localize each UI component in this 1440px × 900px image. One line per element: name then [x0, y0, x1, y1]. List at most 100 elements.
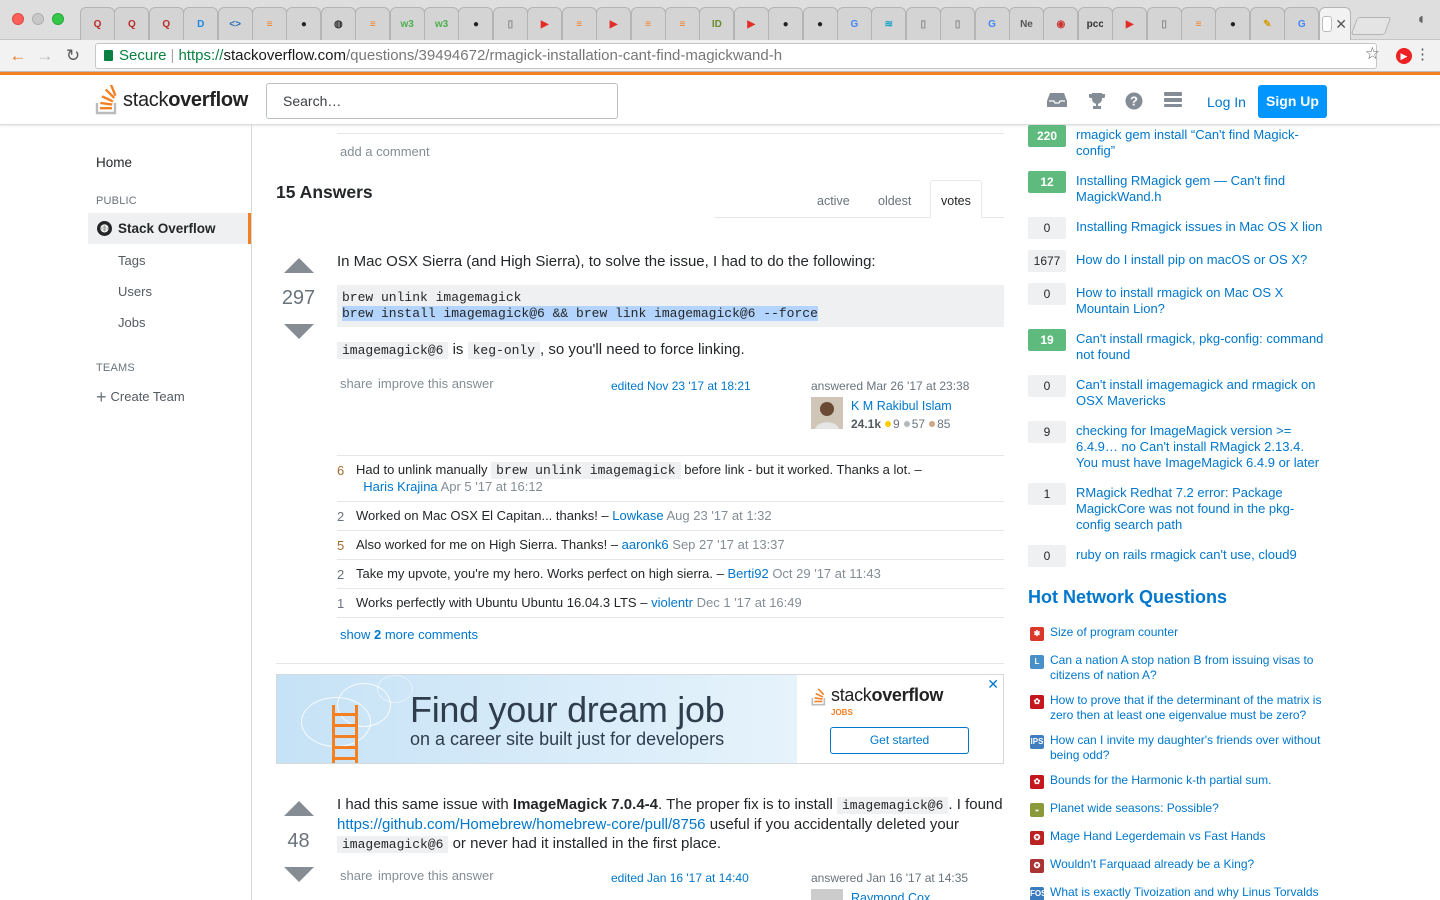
signup-button[interactable]: Sign Up	[1258, 85, 1327, 118]
browser-tab[interactable]: Q	[114, 7, 150, 40]
browser-tab[interactable]: w3	[389, 7, 425, 40]
related-question-link[interactable]: Installing RMagick gem — Can't find Magi…	[1076, 173, 1328, 205]
github-pr-link[interactable]: https://github.com/Homebrew/homebrew-cor…	[337, 816, 706, 833]
avatar[interactable]	[811, 397, 843, 429]
nav-stackoverflow[interactable]: ◍ Stack Overflow	[88, 213, 251, 244]
tab-votes[interactable]: votes	[930, 180, 982, 218]
hnq-link[interactable]: Can a nation A stop nation B from issuin…	[1050, 653, 1328, 683]
browser-tab-active[interactable]: ✕	[1318, 7, 1351, 40]
browser-tab[interactable]: ◉	[1043, 7, 1079, 40]
browser-tab[interactable]: ≡	[252, 7, 288, 40]
hnq-link[interactable]: Wouldn't Farquaad already be a King?	[1050, 857, 1328, 872]
browser-tab[interactable]: ▶	[527, 7, 563, 40]
tab-oldest[interactable]: oldest	[878, 194, 911, 208]
browser-tab[interactable]: G	[836, 7, 872, 40]
browser-tab[interactable]: ✎	[1249, 7, 1285, 40]
comment-user-link[interactable]: Berti92	[727, 566, 768, 581]
browser-tab[interactable]: ▯	[492, 7, 528, 40]
related-question-link[interactable]: rmagick gem install “Can't find Magick-c…	[1076, 127, 1328, 159]
inbox-icon[interactable]	[1047, 92, 1067, 112]
related-question-link[interactable]: RMagick Redhat 7.2 error: Package Magick…	[1076, 485, 1328, 533]
related-question-link[interactable]: Can't install rmagick, pkg-config: comma…	[1076, 331, 1328, 363]
browser-tab[interactable]: ID	[699, 7, 735, 40]
browser-tab[interactable]: Q	[148, 7, 184, 40]
downvote-arrow-icon[interactable]	[283, 867, 314, 882]
related-question-link[interactable]: Can't install imagemagick and rmagick on…	[1076, 377, 1328, 409]
browser-tab[interactable]: w3	[424, 7, 460, 40]
browser-tab[interactable]: ▶	[596, 7, 632, 40]
add-comment-link[interactable]: add a comment	[340, 144, 430, 159]
related-question-link[interactable]: ruby on rails rmagick can't use, cloud9	[1076, 547, 1328, 563]
browser-tab[interactable]: ≡	[664, 7, 700, 40]
browser-tab[interactable]: ▶	[1112, 7, 1148, 40]
related-question-link[interactable]: checking for ImageMagick version >= 6.4.…	[1076, 423, 1328, 471]
help-icon[interactable]: ?	[1124, 92, 1144, 112]
browser-tab[interactable]: <>	[217, 7, 253, 40]
hnq-link[interactable]: Size of program counter	[1050, 625, 1328, 640]
new-tab-button[interactable]	[1350, 17, 1392, 35]
hnq-link[interactable]: What is exactly Tivoization and why Linu…	[1050, 885, 1328, 900]
downvote-arrow-icon[interactable]	[283, 324, 314, 339]
forward-arrow-icon[interactable]: →	[33, 44, 57, 68]
site-switcher-icon[interactable]	[1163, 92, 1183, 112]
comment-user-link[interactable]: Lowkase	[612, 508, 663, 523]
related-question-link[interactable]: How to install rmagick on Mac OS X Mount…	[1076, 285, 1328, 317]
stackoverflow-logo[interactable]: stackoverflow	[95, 83, 248, 117]
browser-tab[interactable]: ▯	[905, 7, 941, 40]
comment-user-link[interactable]: aaronk6	[622, 537, 669, 552]
browser-tab[interactable]: ●	[286, 7, 322, 40]
get-started-button[interactable]: Get started	[830, 727, 969, 754]
share-link[interactable]: share	[340, 376, 373, 391]
browser-tab[interactable]: G	[1284, 7, 1320, 40]
browser-tab[interactable]: ●	[1215, 7, 1251, 40]
avatar[interactable]	[811, 889, 843, 900]
hnq-link[interactable]: Planet wide seasons: Possible?	[1050, 801, 1328, 816]
browser-tab[interactable]: ≡	[1181, 7, 1216, 40]
zoom-window-button[interactable]	[52, 13, 64, 25]
login-button[interactable]: Log In	[1199, 87, 1254, 117]
browser-tab[interactable]: ●	[458, 7, 494, 40]
upvote-arrow-icon[interactable]	[283, 258, 314, 273]
trophy-icon[interactable]	[1087, 92, 1107, 112]
browser-tab[interactable]: ≡	[561, 7, 597, 40]
nav-home[interactable]: Home	[96, 155, 132, 170]
youtube-extension-icon[interactable]: ▶	[1396, 48, 1412, 64]
ad-close-icon[interactable]: ✕	[987, 676, 999, 693]
browser-tab[interactable]: ≋	[871, 7, 907, 40]
address-bar[interactable]: Secure | https://stackoverflow.com/questio…	[95, 43, 1377, 69]
browser-tab[interactable]: ●	[802, 7, 838, 40]
related-question-link[interactable]: How do I install pip on macOS or OS X?	[1076, 252, 1328, 268]
browser-tab[interactable]: ▶	[733, 7, 769, 40]
hnq-link[interactable]: Mage Hand Legerdemain vs Fast Hands	[1050, 829, 1328, 844]
nav-jobs[interactable]: Jobs	[118, 315, 145, 330]
browser-tab[interactable]: Ne	[1008, 7, 1044, 40]
browser-tab[interactable]: pcc	[1077, 7, 1113, 40]
close-window-button[interactable]	[12, 13, 24, 25]
share-link[interactable]: share	[340, 868, 373, 883]
user-name-link[interactable]: K M Rakibul Islam	[851, 399, 952, 413]
nav-users[interactable]: Users	[118, 284, 152, 299]
show-more-comments-link[interactable]: show 2 more comments	[340, 627, 478, 642]
user-name-link[interactable]: Raymond Cox	[851, 891, 930, 900]
comment-user-link[interactable]: Haris Krajina	[363, 479, 437, 494]
browser-tab[interactable]: ◍	[320, 7, 356, 40]
edited-timestamp[interactable]: edited Jan 16 '17 at 14:40	[611, 871, 749, 885]
browser-menu-icon[interactable]: ⋮	[1415, 45, 1430, 65]
comment-user-link[interactable]: violentr	[651, 595, 693, 610]
browser-tab[interactable]: G	[974, 7, 1010, 40]
search-input[interactable]	[266, 83, 618, 119]
browser-tab[interactable]: Q	[80, 7, 115, 40]
hnq-link[interactable]: How to prove that if the determinant of …	[1050, 693, 1328, 723]
upvote-arrow-icon[interactable]	[283, 801, 314, 816]
browser-tab[interactable]: ≡	[630, 7, 666, 40]
related-question-link[interactable]: Installing Rmagick issues in Mac OS X li…	[1076, 219, 1328, 235]
browser-tab[interactable]: D	[183, 7, 219, 40]
edited-timestamp[interactable]: edited Nov 23 '17 at 18:21	[611, 379, 751, 393]
nav-tags[interactable]: Tags	[118, 253, 145, 268]
tab-active[interactable]: active	[817, 194, 850, 208]
profile-icon[interactable]: ◖	[1416, 12, 1432, 28]
jobs-ad-banner[interactable]: Find your dream job on a career site bui…	[276, 674, 1004, 764]
minimize-window-button[interactable]	[32, 13, 44, 25]
tab-close-icon[interactable]: ✕	[1335, 16, 1347, 33]
bookmark-star-icon[interactable]: ☆	[1365, 44, 1380, 64]
